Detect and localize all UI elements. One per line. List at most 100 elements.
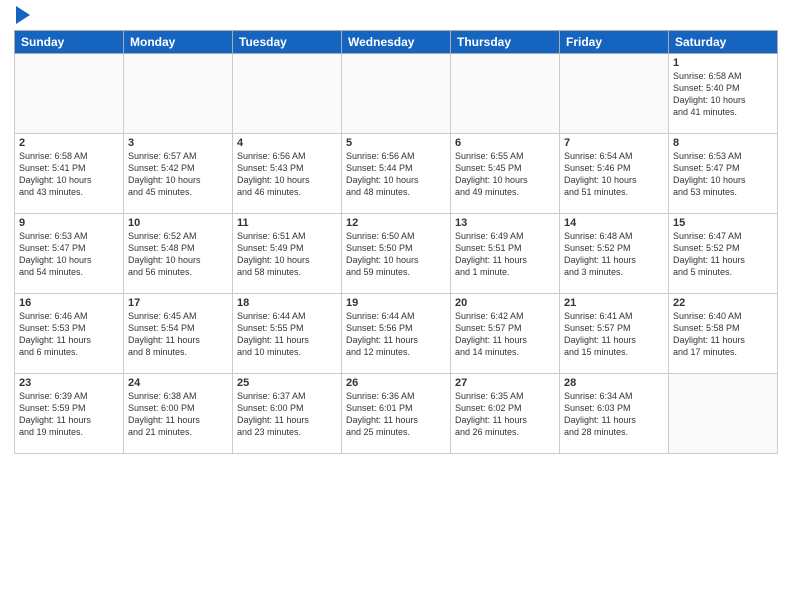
logo — [14, 10, 30, 24]
day-info: Sunrise: 6:55 AM Sunset: 5:45 PM Dayligh… — [455, 150, 555, 199]
day-cell: 23Sunrise: 6:39 AM Sunset: 5:59 PM Dayli… — [15, 374, 124, 454]
day-number: 20 — [455, 297, 555, 309]
day-number: 10 — [128, 217, 228, 229]
day-info: Sunrise: 6:56 AM Sunset: 5:43 PM Dayligh… — [237, 150, 337, 199]
day-cell — [233, 54, 342, 134]
day-number: 14 — [564, 217, 664, 229]
day-cell: 16Sunrise: 6:46 AM Sunset: 5:53 PM Dayli… — [15, 294, 124, 374]
header — [14, 10, 778, 24]
day-cell: 18Sunrise: 6:44 AM Sunset: 5:55 PM Dayli… — [233, 294, 342, 374]
day-info: Sunrise: 6:36 AM Sunset: 6:01 PM Dayligh… — [346, 390, 446, 439]
day-cell: 28Sunrise: 6:34 AM Sunset: 6:03 PM Dayli… — [560, 374, 669, 454]
day-cell: 17Sunrise: 6:45 AM Sunset: 5:54 PM Dayli… — [124, 294, 233, 374]
day-number: 22 — [673, 297, 773, 309]
day-cell: 20Sunrise: 6:42 AM Sunset: 5:57 PM Dayli… — [451, 294, 560, 374]
day-info: Sunrise: 6:44 AM Sunset: 5:55 PM Dayligh… — [237, 310, 337, 359]
day-info: Sunrise: 6:49 AM Sunset: 5:51 PM Dayligh… — [455, 230, 555, 279]
day-cell: 9Sunrise: 6:53 AM Sunset: 5:47 PM Daylig… — [15, 214, 124, 294]
day-cell: 13Sunrise: 6:49 AM Sunset: 5:51 PM Dayli… — [451, 214, 560, 294]
day-info: Sunrise: 6:41 AM Sunset: 5:57 PM Dayligh… — [564, 310, 664, 359]
day-number: 19 — [346, 297, 446, 309]
weekday-header-wednesday: Wednesday — [342, 31, 451, 54]
day-number: 15 — [673, 217, 773, 229]
day-cell: 1Sunrise: 6:58 AM Sunset: 5:40 PM Daylig… — [669, 54, 778, 134]
day-info: Sunrise: 6:58 AM Sunset: 5:41 PM Dayligh… — [19, 150, 119, 199]
day-info: Sunrise: 6:53 AM Sunset: 5:47 PM Dayligh… — [19, 230, 119, 279]
day-number: 9 — [19, 217, 119, 229]
day-cell: 2Sunrise: 6:58 AM Sunset: 5:41 PM Daylig… — [15, 134, 124, 214]
day-info: Sunrise: 6:51 AM Sunset: 5:49 PM Dayligh… — [237, 230, 337, 279]
weekday-header-sunday: Sunday — [15, 31, 124, 54]
day-info: Sunrise: 6:42 AM Sunset: 5:57 PM Dayligh… — [455, 310, 555, 359]
day-cell — [124, 54, 233, 134]
day-number: 7 — [564, 137, 664, 149]
day-number: 6 — [455, 137, 555, 149]
day-number: 5 — [346, 137, 446, 149]
day-number: 18 — [237, 297, 337, 309]
day-info: Sunrise: 6:57 AM Sunset: 5:42 PM Dayligh… — [128, 150, 228, 199]
day-number: 3 — [128, 137, 228, 149]
day-number: 11 — [237, 217, 337, 229]
weekday-header-tuesday: Tuesday — [233, 31, 342, 54]
day-number: 21 — [564, 297, 664, 309]
day-number: 2 — [19, 137, 119, 149]
day-info: Sunrise: 6:53 AM Sunset: 5:47 PM Dayligh… — [673, 150, 773, 199]
day-info: Sunrise: 6:50 AM Sunset: 5:50 PM Dayligh… — [346, 230, 446, 279]
day-cell: 4Sunrise: 6:56 AM Sunset: 5:43 PM Daylig… — [233, 134, 342, 214]
week-row-2: 2Sunrise: 6:58 AM Sunset: 5:41 PM Daylig… — [15, 134, 778, 214]
day-number: 25 — [237, 377, 337, 389]
day-number: 28 — [564, 377, 664, 389]
day-info: Sunrise: 6:40 AM Sunset: 5:58 PM Dayligh… — [673, 310, 773, 359]
day-info: Sunrise: 6:47 AM Sunset: 5:52 PM Dayligh… — [673, 230, 773, 279]
day-cell: 26Sunrise: 6:36 AM Sunset: 6:01 PM Dayli… — [342, 374, 451, 454]
weekday-header-monday: Monday — [124, 31, 233, 54]
day-info: Sunrise: 6:58 AM Sunset: 5:40 PM Dayligh… — [673, 70, 773, 119]
day-info: Sunrise: 6:48 AM Sunset: 5:52 PM Dayligh… — [564, 230, 664, 279]
day-cell: 10Sunrise: 6:52 AM Sunset: 5:48 PM Dayli… — [124, 214, 233, 294]
day-number: 8 — [673, 137, 773, 149]
day-info: Sunrise: 6:45 AM Sunset: 5:54 PM Dayligh… — [128, 310, 228, 359]
day-cell: 6Sunrise: 6:55 AM Sunset: 5:45 PM Daylig… — [451, 134, 560, 214]
day-cell — [560, 54, 669, 134]
day-number: 24 — [128, 377, 228, 389]
day-cell — [342, 54, 451, 134]
week-row-5: 23Sunrise: 6:39 AM Sunset: 5:59 PM Dayli… — [15, 374, 778, 454]
weekday-header-row: SundayMondayTuesdayWednesdayThursdayFrid… — [15, 31, 778, 54]
day-cell: 24Sunrise: 6:38 AM Sunset: 6:00 PM Dayli… — [124, 374, 233, 454]
weekday-header-friday: Friday — [560, 31, 669, 54]
day-number: 27 — [455, 377, 555, 389]
day-info: Sunrise: 6:56 AM Sunset: 5:44 PM Dayligh… — [346, 150, 446, 199]
day-cell: 7Sunrise: 6:54 AM Sunset: 5:46 PM Daylig… — [560, 134, 669, 214]
week-row-4: 16Sunrise: 6:46 AM Sunset: 5:53 PM Dayli… — [15, 294, 778, 374]
day-cell: 8Sunrise: 6:53 AM Sunset: 5:47 PM Daylig… — [669, 134, 778, 214]
day-cell: 5Sunrise: 6:56 AM Sunset: 5:44 PM Daylig… — [342, 134, 451, 214]
day-info: Sunrise: 6:54 AM Sunset: 5:46 PM Dayligh… — [564, 150, 664, 199]
day-number: 1 — [673, 57, 773, 69]
day-cell: 19Sunrise: 6:44 AM Sunset: 5:56 PM Dayli… — [342, 294, 451, 374]
day-number: 17 — [128, 297, 228, 309]
calendar: SundayMondayTuesdayWednesdayThursdayFrid… — [14, 30, 778, 454]
day-cell: 25Sunrise: 6:37 AM Sunset: 6:00 PM Dayli… — [233, 374, 342, 454]
day-info: Sunrise: 6:35 AM Sunset: 6:02 PM Dayligh… — [455, 390, 555, 439]
day-cell: 21Sunrise: 6:41 AM Sunset: 5:57 PM Dayli… — [560, 294, 669, 374]
day-info: Sunrise: 6:34 AM Sunset: 6:03 PM Dayligh… — [564, 390, 664, 439]
day-cell: 11Sunrise: 6:51 AM Sunset: 5:49 PM Dayli… — [233, 214, 342, 294]
day-cell: 3Sunrise: 6:57 AM Sunset: 5:42 PM Daylig… — [124, 134, 233, 214]
day-cell: 22Sunrise: 6:40 AM Sunset: 5:58 PM Dayli… — [669, 294, 778, 374]
weekday-header-thursday: Thursday — [451, 31, 560, 54]
page: SundayMondayTuesdayWednesdayThursdayFrid… — [0, 0, 792, 612]
day-cell — [669, 374, 778, 454]
day-cell: 15Sunrise: 6:47 AM Sunset: 5:52 PM Dayli… — [669, 214, 778, 294]
week-row-1: 1Sunrise: 6:58 AM Sunset: 5:40 PM Daylig… — [15, 54, 778, 134]
day-info: Sunrise: 6:39 AM Sunset: 5:59 PM Dayligh… — [19, 390, 119, 439]
day-number: 26 — [346, 377, 446, 389]
day-cell — [451, 54, 560, 134]
day-number: 23 — [19, 377, 119, 389]
weekday-header-saturday: Saturday — [669, 31, 778, 54]
day-cell — [15, 54, 124, 134]
day-cell: 12Sunrise: 6:50 AM Sunset: 5:50 PM Dayli… — [342, 214, 451, 294]
day-number: 4 — [237, 137, 337, 149]
day-number: 13 — [455, 217, 555, 229]
day-number: 16 — [19, 297, 119, 309]
week-row-3: 9Sunrise: 6:53 AM Sunset: 5:47 PM Daylig… — [15, 214, 778, 294]
